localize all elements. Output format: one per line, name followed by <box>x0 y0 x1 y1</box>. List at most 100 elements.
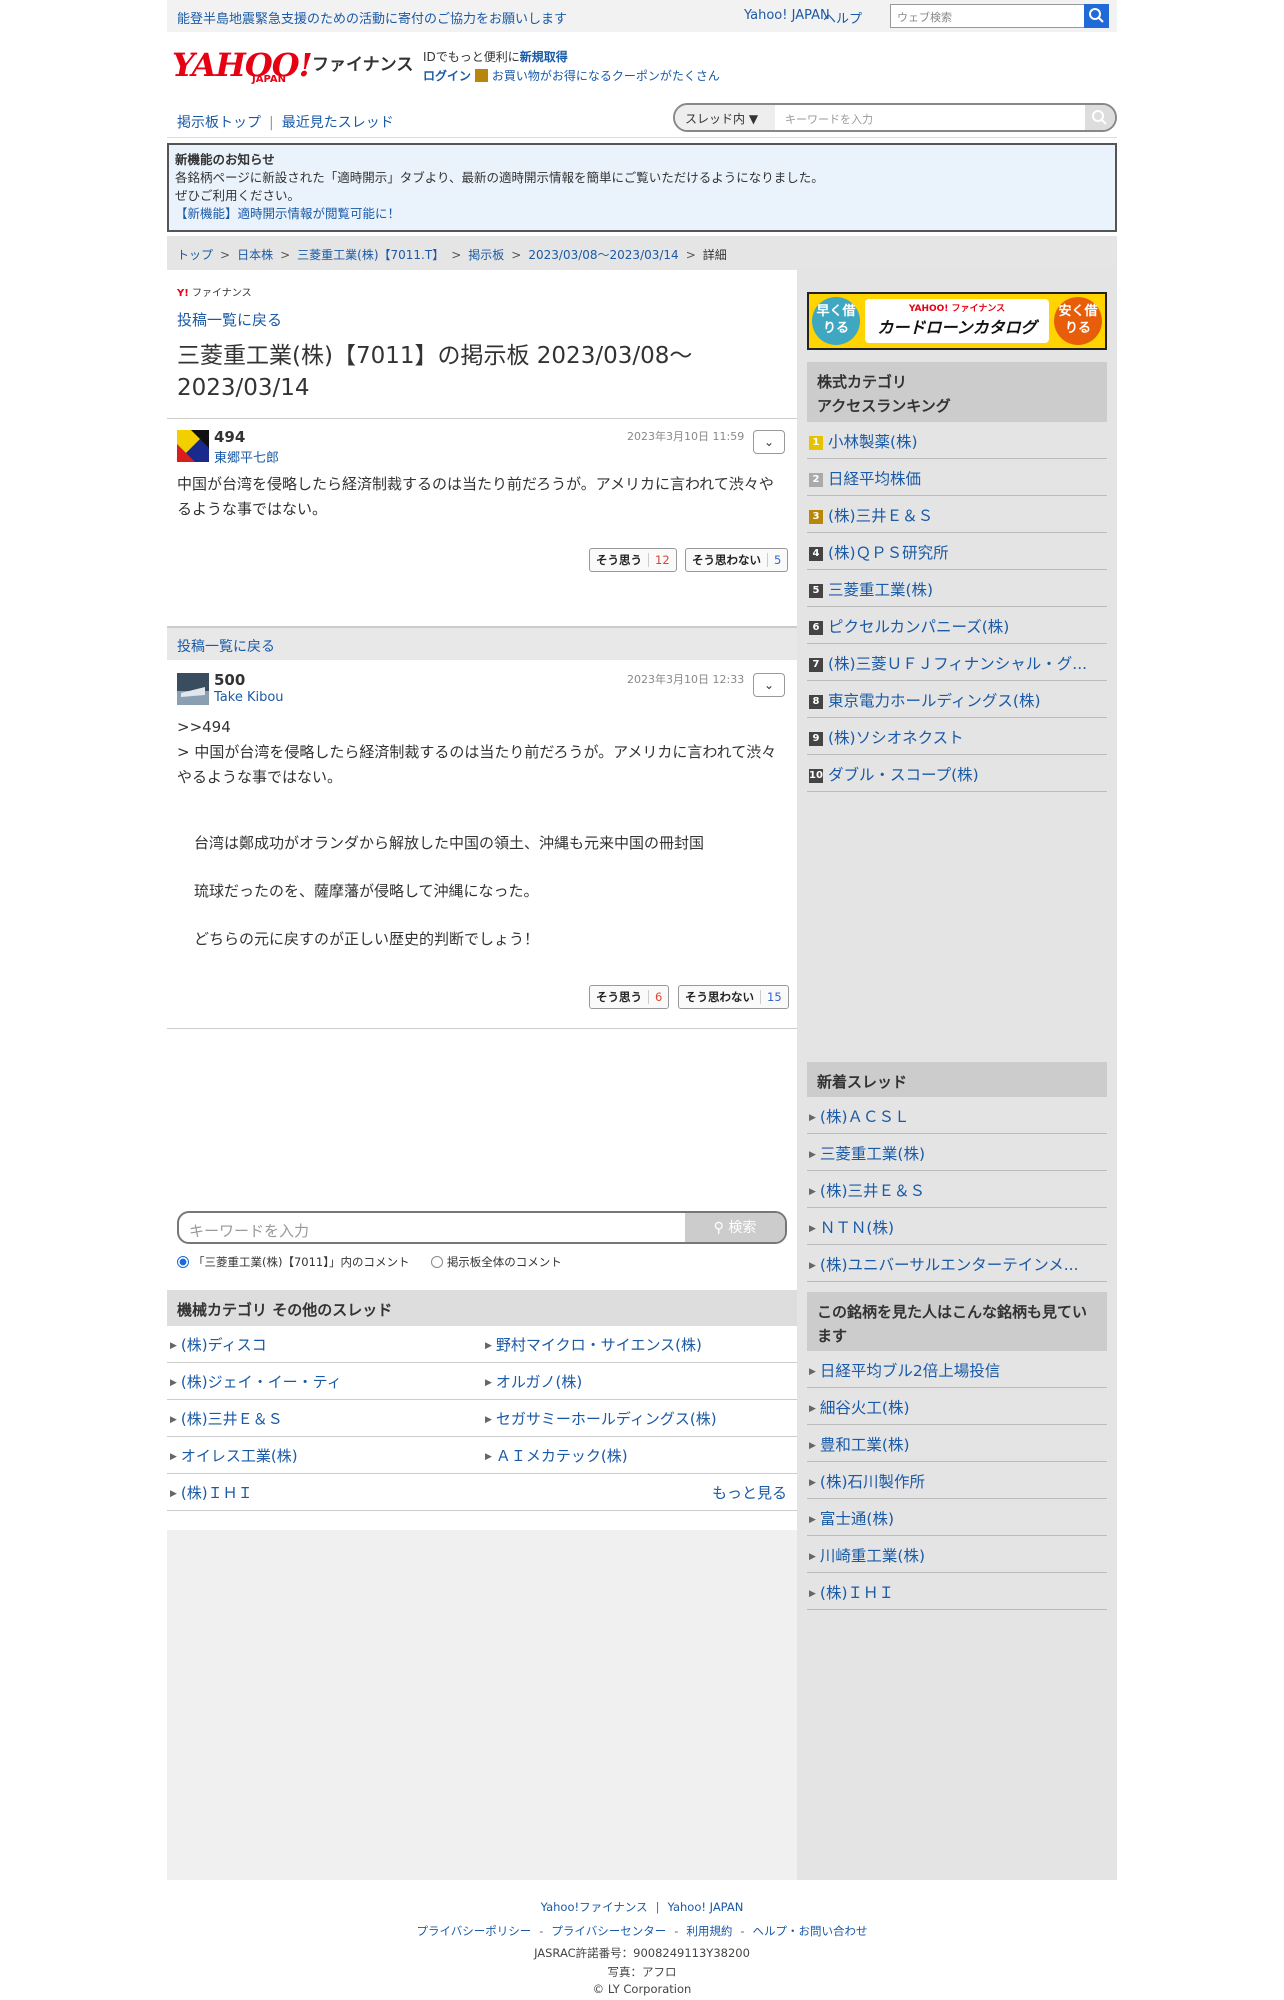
other-thread-item[interactable]: ▶ (株)ＩＨＩ <box>167 1474 482 1511</box>
keyword-search-button[interactable]: ⚲ 検索 <box>685 1213 785 1242</box>
also-viewed-item[interactable]: ▶ 川崎重工業(株) <box>807 1536 1107 1573</box>
notice-link[interactable]: 【新機能】適時開示情報が閲覧可能に！ <box>175 205 1109 223</box>
bullet-icon: ▶ <box>809 1441 816 1451</box>
other-thread-item[interactable]: ▶ オイレス工業(株) <box>167 1437 482 1474</box>
post-menu-button[interactable]: ⌄ <box>753 430 785 454</box>
ranking-item[interactable]: 8 東京電力ホールディングス(株) <box>807 681 1107 718</box>
avatar[interactable] <box>177 430 209 462</box>
banner-sub: YAHOO! ファイナンス <box>908 304 1006 314</box>
footer-yj-link[interactable]: Yahoo! JAPAN <box>668 1900 744 1914</box>
footer-privacy-policy[interactable]: プライバシーポリシー <box>416 1924 531 1938</box>
keyword-search-input[interactable]: キーワードを入力 <box>189 1220 309 1241</box>
also-viewed-item[interactable]: ▶ (株)ＩＨＩ <box>807 1573 1107 1610</box>
post-number[interactable]: 494 <box>214 428 245 446</box>
new-thread-item[interactable]: ▶ ＮＴＮ(株) <box>807 1208 1107 1245</box>
bullet-icon: ▶ <box>809 1404 816 1414</box>
donation-notice-link[interactable]: 能登半島地震緊急支援のための活動に寄付のご協力をお願いします <box>177 8 567 27</box>
ranking-item[interactable]: 7 (株)三菱ＵＦＪフィナンシャル・グ... <box>807 644 1107 681</box>
ranking-item[interactable]: 1 小林製薬(株) <box>807 422 1107 459</box>
disagree-button[interactable]: そう思わない 15 <box>678 985 789 1009</box>
new-thread-item[interactable]: ▶ (株)三井Ｅ＆Ｓ <box>807 1171 1107 1208</box>
post-author[interactable]: 東郷平七郎 <box>214 447 279 466</box>
rank-number: 9 <box>809 732 823 746</box>
ranking-item[interactable]: 10 ダブル・スコープ(株) <box>807 755 1107 792</box>
disagree-button[interactable]: そう思わない 5 <box>685 548 789 572</box>
radio-this-thread[interactable] <box>177 1256 189 1268</box>
agree-button[interactable]: そう思う 6 <box>589 985 670 1009</box>
post-menu-button[interactable]: ⌄ <box>753 673 785 697</box>
footer-yf-link[interactable]: Yahoo!ファイナンス <box>541 1900 648 1914</box>
crumb-jp-stocks[interactable]: 日本株 <box>237 248 273 262</box>
thread-search-input[interactable]: キーワードを入力 <box>785 111 873 127</box>
back-to-list-link[interactable]: 投稿一覧に戻る <box>177 309 282 330</box>
rank-number: 7 <box>809 658 823 672</box>
bullet-icon: ▶ <box>809 1478 816 1488</box>
yahoo-finance-logo[interactable]: YAHOO! JAPAN ファイナンス <box>172 46 422 86</box>
agree-button[interactable]: そう思う 12 <box>589 548 677 572</box>
also-viewed-item[interactable]: ▶ 豊和工業(株) <box>807 1425 1107 1462</box>
also-viewed-item[interactable]: ▶ 富士通(株) <box>807 1499 1107 1536</box>
post-494: 494 東郷平七郎 2023年3月10日 11:59 ⌄ 中国が台湾を侵略したら… <box>167 420 797 626</box>
help-link[interactable]: ヘルプ <box>823 8 862 27</box>
avatar[interactable] <box>177 673 209 705</box>
back-to-list-bar: 投稿一覧に戻る <box>167 626 797 660</box>
search-scope-select[interactable]: スレッド内 ▼ <box>675 105 775 130</box>
post-author[interactable]: Take Kibou <box>214 690 284 705</box>
web-search-input[interactable]: ウェブ検索 <box>890 4 1085 28</box>
footer-help[interactable]: ヘルプ・お問い合わせ <box>753 1924 868 1938</box>
also-viewed-item[interactable]: ▶ 日経平均ブル2倍上場投信 <box>807 1351 1107 1388</box>
bullet-icon: ▶ <box>809 1367 816 1377</box>
other-thread-item[interactable]: ▶ (株)ディスコ <box>167 1326 482 1363</box>
top-strip: 能登半島地震緊急支援のための活動に寄付のご協力をお願いします Yahoo! JA… <box>167 0 1117 32</box>
yahoo-japan-link[interactable]: Yahoo! JAPAN <box>744 8 830 23</box>
radio-all-boards[interactable] <box>430 1256 443 1268</box>
also-viewed-item[interactable]: ▶ 細谷火工(株) <box>807 1388 1107 1425</box>
board-top-link[interactable]: 掲示板トップ <box>177 115 261 131</box>
yf-mark: Y! ファイナンス <box>177 288 252 299</box>
logo-sub: JAPAN <box>252 74 286 85</box>
agree-count: 6 <box>648 990 662 1004</box>
search-icon: ⚲ <box>713 1220 724 1236</box>
other-thread-item[interactable]: ▶ ＡＩメカテック(株) <box>482 1437 797 1474</box>
rank-number: 3 <box>809 510 823 524</box>
ranking-item[interactable]: 5 三菱重工業(株) <box>807 570 1107 607</box>
back-to-list-link-2[interactable]: 投稿一覧に戻る <box>177 639 275 655</box>
keyword-search: キーワードを入力 ⚲ 検索 <box>177 1211 787 1244</box>
id-box: IDでもっと便利に新規取得 ログイン お買い物がお得になるクーポンがたくさん <box>423 48 720 86</box>
other-thread-item[interactable]: ▶ オルガノ(株) <box>482 1363 797 1400</box>
ranking-item[interactable]: 2 日経平均株価 <box>807 459 1107 496</box>
notice-title: 新機能のお知らせ <box>175 152 275 167</box>
footer-privacy-center[interactable]: プライバシーセンター <box>551 1924 666 1938</box>
other-thread-item[interactable]: ▶ (株)ジェイ・イー・ティ <box>167 1363 482 1400</box>
bullet-icon: ▶ <box>485 1415 492 1425</box>
cardloan-banner[interactable]: 早く借りる YAHOO! ファイナンス カードローンカタログ 安く借りる <box>807 292 1107 350</box>
web-search-button[interactable] <box>1084 4 1109 28</box>
ranking-item[interactable]: 6 ピクセルカンパニーズ(株) <box>807 607 1107 644</box>
thread-search-button[interactable] <box>1085 105 1115 130</box>
new-thread-item[interactable]: ▶ (株)ＡＣＳＬ <box>807 1097 1107 1134</box>
footer-terms[interactable]: 利用規約 <box>686 1924 732 1938</box>
register-link[interactable]: 新規取得 <box>520 50 568 64</box>
crumb-board[interactable]: 掲示板 <box>468 248 504 262</box>
other-thread-item[interactable]: ▶ セガサミーホールディングス(株) <box>482 1400 797 1437</box>
other-thread-item[interactable]: ▶ (株)三井Ｅ＆Ｓ <box>167 1400 482 1437</box>
new-thread-item[interactable]: ▶ (株)ユニバーサルエンターテインメ... <box>807 1245 1107 1282</box>
coupon-link[interactable]: お買い物がお得になるクーポンがたくさん <box>492 69 720 83</box>
ranking-item[interactable]: 4 (株)ＱＰＳ研究所 <box>807 533 1107 570</box>
post-number[interactable]: 500 <box>214 671 245 689</box>
crumb-stock[interactable]: 三菱重工業(株)【7011.T】 <box>297 248 444 262</box>
other-thread-item[interactable]: ▶ 野村マイクロ・サイエンス(株) <box>482 1326 797 1363</box>
recent-threads-link[interactable]: 最近見たスレッド <box>282 115 394 131</box>
radio-this-thread-label[interactable]: 「三菱重工業(株)【7011】」内のコメント <box>193 1255 410 1269</box>
ranking-item[interactable]: 3 (株)三井Ｅ＆Ｓ <box>807 496 1107 533</box>
new-thread-item[interactable]: ▶ 三菱重工業(株) <box>807 1134 1107 1171</box>
crumb-period[interactable]: 2023/03/08〜2023/03/14 <box>528 248 678 262</box>
notice-line2: ぜひご利用ください。 <box>175 188 301 203</box>
login-link[interactable]: ログイン <box>423 69 471 83</box>
crumb-top[interactable]: トップ <box>177 248 213 262</box>
bullet-icon: ▶ <box>809 1150 816 1160</box>
ranking-item[interactable]: 9 (株)ソシオネクスト <box>807 718 1107 755</box>
more-link[interactable]: もっと見る <box>482 1474 797 1511</box>
radio-all-boards-label[interactable]: 掲示板全体のコメント <box>447 1255 562 1269</box>
also-viewed-item[interactable]: ▶ (株)石川製作所 <box>807 1462 1107 1499</box>
